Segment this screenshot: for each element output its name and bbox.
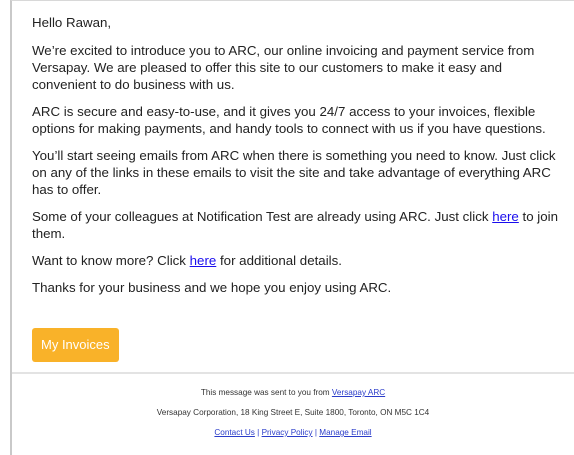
emails-paragraph: You’ll start seeing emails from ARC when… bbox=[32, 148, 556, 197]
thanks-paragraph: Thanks for your business and we hope you… bbox=[32, 280, 392, 295]
privacy-policy-link[interactable]: Privacy Policy bbox=[262, 428, 313, 437]
greeting: Hello Rawan, bbox=[32, 15, 112, 30]
email-body: Hello Rawan, We’re excited to introduce … bbox=[10, 0, 574, 455]
sent-from-text: This message was sent to you from bbox=[200, 388, 332, 397]
footer-divider bbox=[12, 372, 574, 374]
email-footer: This message was sent to you from Versap… bbox=[12, 387, 574, 438]
details-here-link[interactable]: here bbox=[190, 253, 217, 268]
join-here-link[interactable]: here bbox=[492, 209, 519, 224]
more-text-after: for additional details. bbox=[216, 253, 342, 268]
colleagues-paragraph: Some of your colleagues at Notification … bbox=[32, 208, 568, 242]
more-paragraph: Want to know more? Click here for additi… bbox=[32, 252, 568, 269]
more-text-before: Want to know more? Click bbox=[32, 253, 190, 268]
contact-us-link[interactable]: Contact Us bbox=[214, 428, 255, 437]
sent-from-line: This message was sent to you from Versap… bbox=[12, 387, 574, 398]
intro-paragraph: We’re excited to introduce you to ARC, o… bbox=[32, 43, 535, 92]
footer-separator: | bbox=[257, 428, 260, 437]
manage-email-link[interactable]: Manage Email bbox=[319, 428, 371, 437]
secure-paragraph: ARC is secure and easy-to-use, and it gi… bbox=[32, 104, 546, 136]
my-invoices-button[interactable]: My Invoices bbox=[32, 328, 119, 362]
cta-container: My Invoices bbox=[32, 328, 119, 362]
company-address: Versapay Corporation, 18 King Street E, … bbox=[156, 408, 430, 417]
versapay-arc-link[interactable]: Versapay ARC bbox=[332, 388, 385, 397]
email-content: Hello Rawan, We’re excited to introduce … bbox=[32, 14, 568, 306]
colleagues-text-before: Some of your colleagues at Notification … bbox=[32, 209, 493, 224]
footer-links: Contact Us | Privacy Policy | Manage Ema… bbox=[12, 427, 574, 438]
